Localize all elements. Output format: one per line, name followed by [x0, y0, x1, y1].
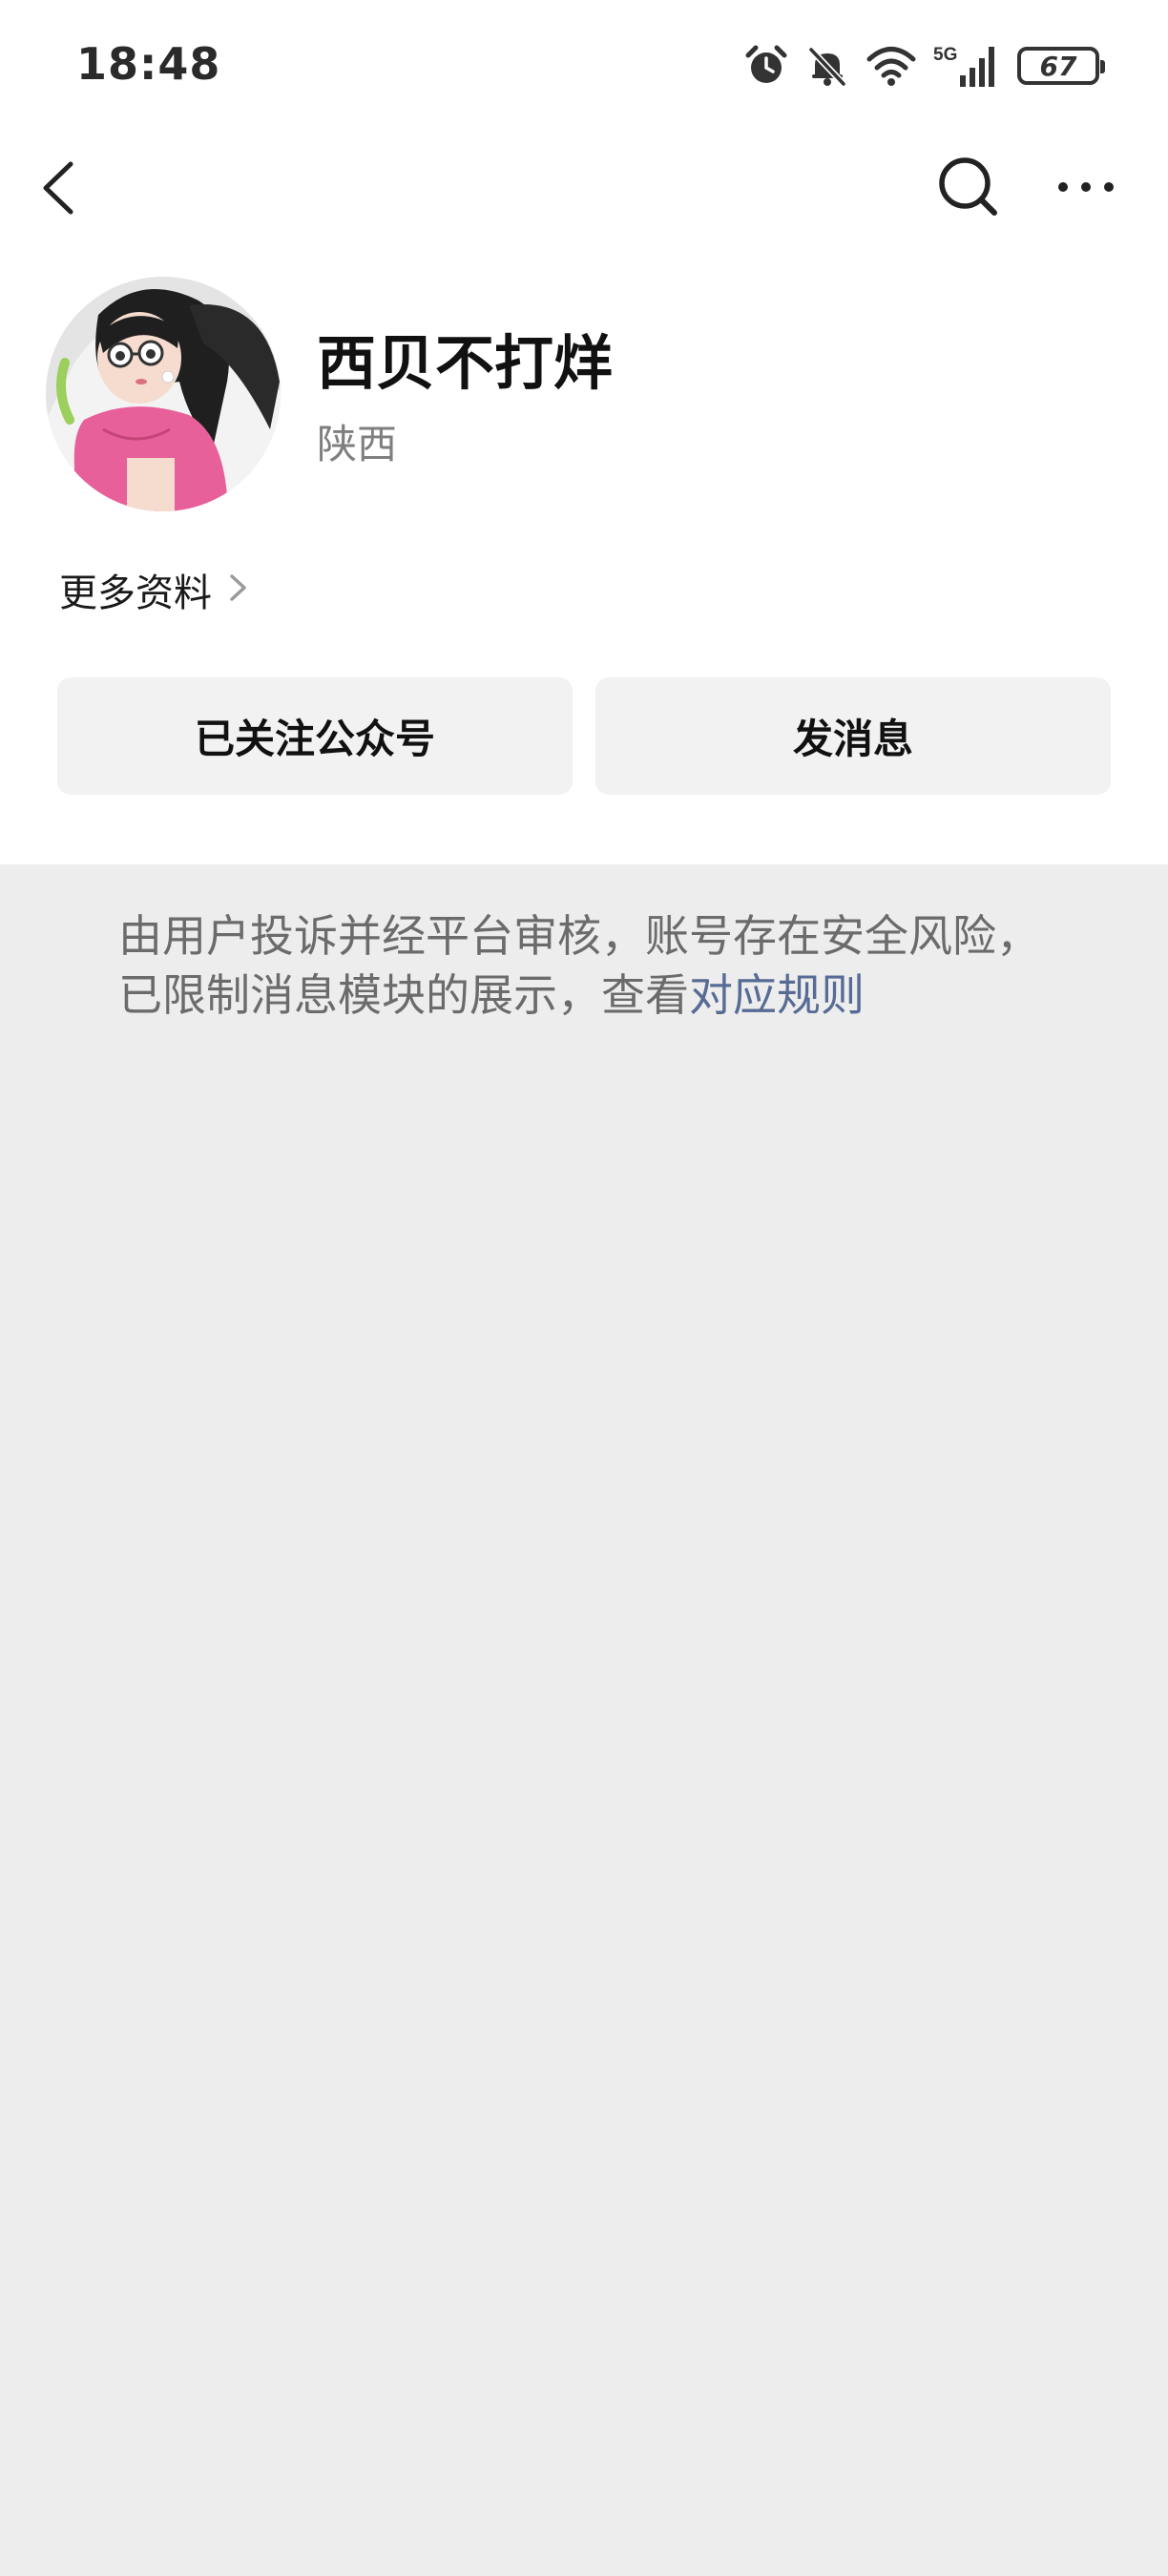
more-info-link[interactable]: 更多资料: [59, 563, 250, 616]
restriction-notice: 由用户投诉并经平台审核，账号存在安全风险，已限制消息模块的展示，查看对应规则: [118, 906, 1082, 1025]
profile-panel: 18:48 5G 67 西贝不打烊 陕西 更多资料 已关注公众号 发消息: [0, 0, 1168, 864]
account-name: 西贝不打烊: [317, 328, 614, 398]
more-button[interactable]: [1050, 160, 1126, 214]
bell-mute-icon: [805, 44, 849, 88]
wifi-icon: [866, 45, 916, 87]
more-icon: [1050, 182, 1126, 218]
back-icon: [34, 161, 92, 223]
avatar[interactable]: [46, 277, 281, 511]
followed-account-button[interactable]: 已关注公众号: [57, 677, 573, 795]
battery-level: 67: [1039, 50, 1077, 82]
signal-icon: 5G: [933, 43, 1000, 89]
chevron-right-icon: [227, 569, 250, 611]
notice-text: 由用户投诉并经平台审核，账号存在安全风险，已限制消息模块的展示，查看: [118, 910, 1040, 1021]
account-region: 陕西: [317, 421, 398, 467]
alarm-icon: [744, 44, 788, 88]
status-time: 18:48: [76, 38, 221, 90]
rules-link[interactable]: 对应规则: [689, 969, 865, 1021]
battery-icon: 67: [1017, 47, 1105, 85]
more-info-label: 更多资料: [59, 571, 212, 615]
back-button[interactable]: [34, 153, 92, 219]
search-button[interactable]: [935, 153, 1002, 219]
search-icon: [935, 157, 1002, 223]
network-label: 5G: [933, 45, 957, 65]
send-message-button[interactable]: 发消息: [595, 677, 1111, 795]
status-icons: 5G 67: [744, 42, 1105, 90]
